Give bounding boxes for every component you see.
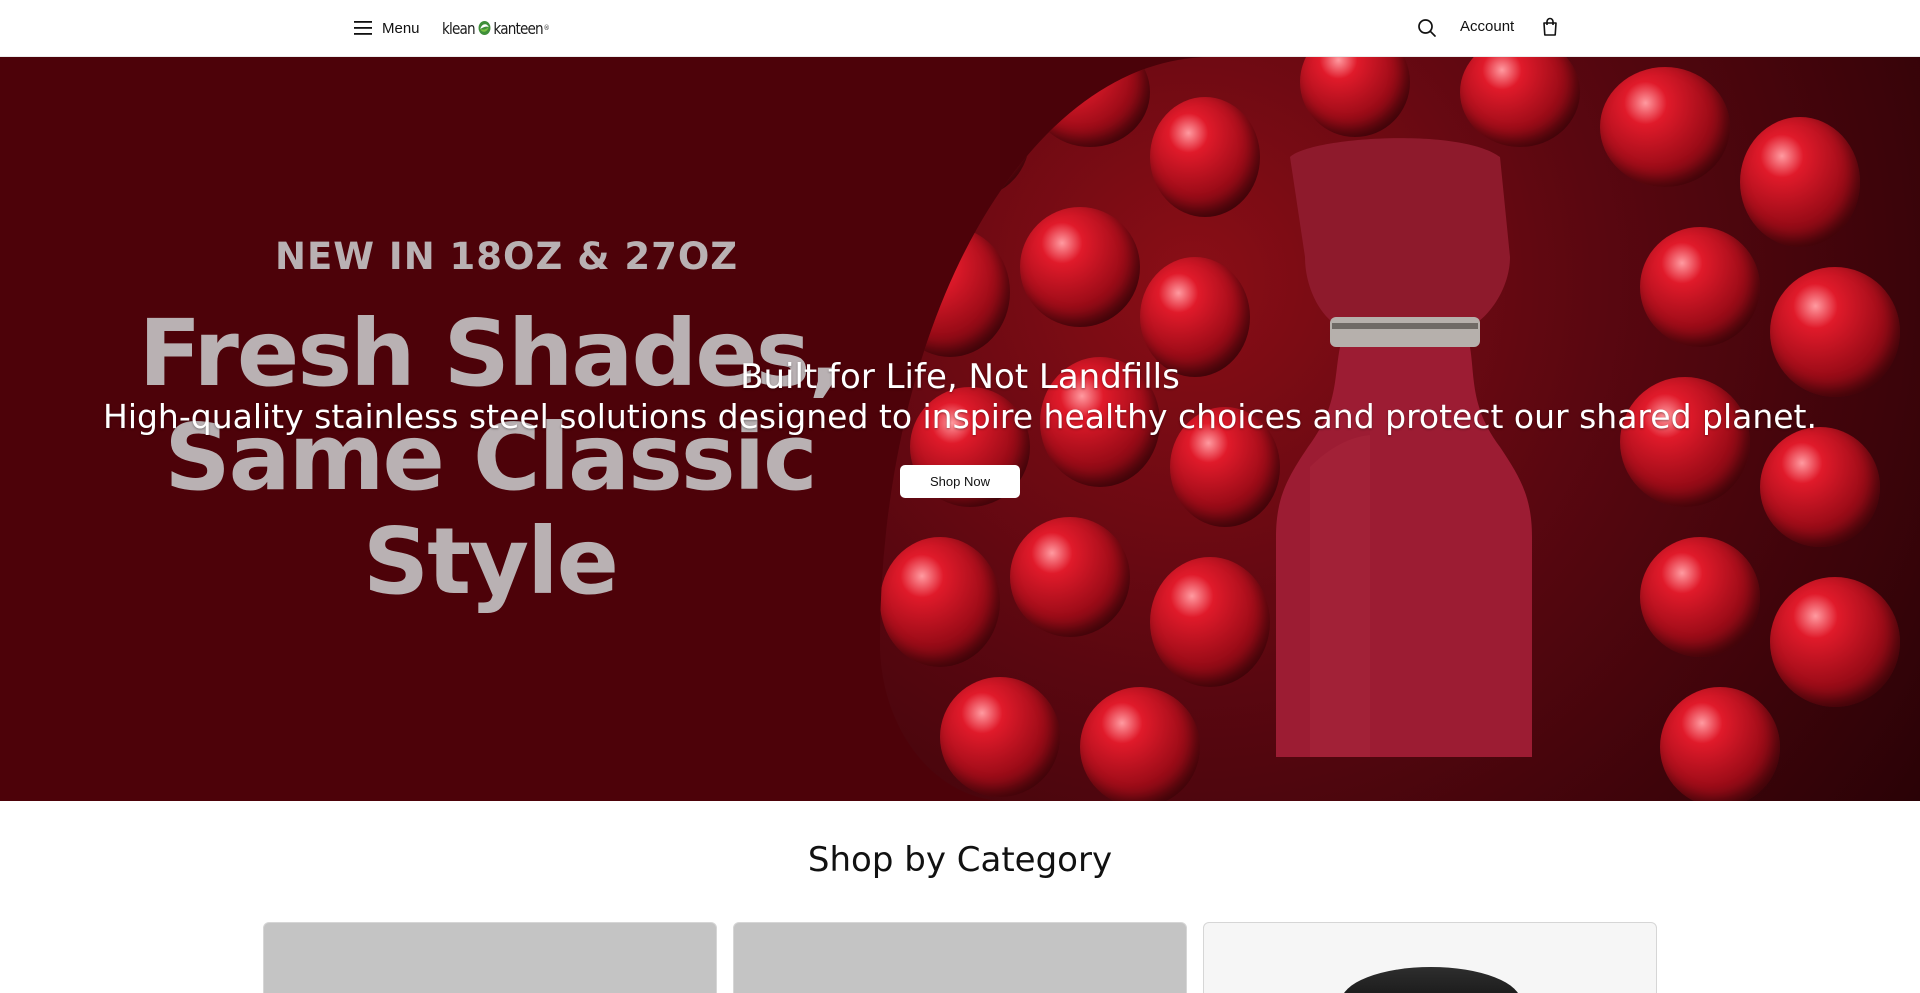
klean-kanteen-logo[interactable]: klean kanteen ® bbox=[442, 15, 550, 41]
promo-art-line-3: Style bbox=[362, 508, 619, 615]
seed bbox=[1080, 687, 1200, 801]
search-button[interactable] bbox=[1416, 17, 1438, 39]
cart-button[interactable] bbox=[1539, 16, 1561, 38]
seed bbox=[1600, 67, 1730, 187]
logo-text-right: kanteen bbox=[493, 18, 543, 38]
seed bbox=[890, 227, 1010, 357]
shop-by-category-heading: Shop by Category bbox=[807, 840, 1113, 880]
promo-art-big-text: Fresh Shades, Same Classic Style bbox=[120, 302, 860, 614]
search-icon bbox=[1418, 19, 1436, 37]
menu-button[interactable]: Menu bbox=[354, 17, 420, 39]
leaf-logo-icon bbox=[478, 21, 491, 35]
hero-banner: NEW IN 18OZ & 27OZ Fresh Shades, Same Cl… bbox=[0, 57, 1920, 801]
shop-now-button[interactable]: Shop Now bbox=[900, 465, 1020, 498]
hamburger-icon bbox=[354, 21, 372, 35]
registered-mark: ® bbox=[543, 24, 550, 32]
category-card-1[interactable] bbox=[263, 922, 717, 993]
category-card-3[interactable] bbox=[1203, 922, 1657, 993]
site-header: Menu klean kanteen ® Account bbox=[0, 0, 1920, 57]
seed bbox=[1010, 517, 1130, 637]
account-link[interactable]: Account bbox=[1460, 18, 1514, 35]
seed bbox=[1640, 537, 1760, 657]
seed bbox=[920, 77, 1030, 197]
seed bbox=[940, 677, 1060, 797]
promo-art-small-text: NEW IN 18OZ & 27OZ bbox=[275, 235, 739, 278]
logo-text-left: klean bbox=[442, 18, 476, 38]
water-bottle-image bbox=[1276, 138, 1532, 757]
seed bbox=[880, 537, 1000, 667]
seed bbox=[1020, 207, 1140, 327]
shopping-bag-icon bbox=[1543, 17, 1557, 36]
seed bbox=[1150, 557, 1270, 687]
menu-label: Menu bbox=[382, 19, 420, 37]
seed bbox=[1030, 57, 1150, 147]
seed bbox=[1640, 227, 1760, 347]
bottle-lid-image bbox=[1341, 967, 1521, 993]
seed bbox=[1660, 687, 1780, 801]
hero-subtitle: High-quality stainless steel solutions d… bbox=[103, 397, 1817, 436]
hero-title: Built for Life, Not Landfills bbox=[740, 357, 1180, 397]
seed bbox=[1770, 577, 1900, 707]
seed bbox=[1740, 117, 1860, 247]
seed bbox=[1760, 427, 1880, 547]
category-card-2[interactable] bbox=[733, 922, 1187, 993]
seed bbox=[1150, 97, 1260, 217]
